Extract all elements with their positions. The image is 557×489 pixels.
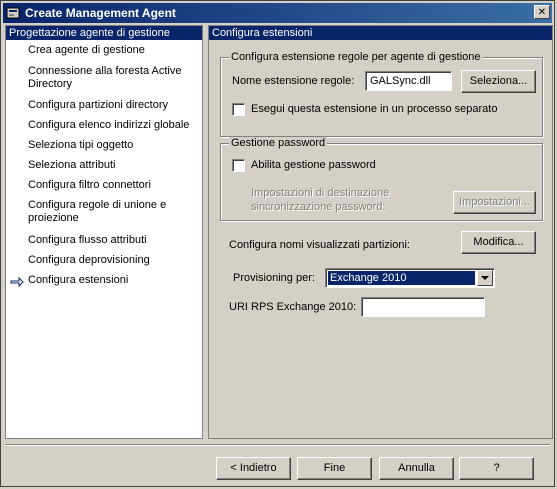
- step-crea-agente[interactable]: Crea agente di gestione: [28, 44, 200, 57]
- create-management-agent-window: Create Management Agent ✕ Progettazione …: [0, 0, 555, 487]
- separate-process-checkbox[interactable]: [232, 103, 245, 116]
- uri-rps-field[interactable]: [361, 297, 485, 317]
- step-configura-estensioni[interactable]: Configura estensioni: [28, 274, 200, 287]
- password-management-group: Gestione password Abilita gestione passw…: [220, 137, 543, 221]
- finish-button[interactable]: Fine: [297, 457, 372, 480]
- enable-password-management-checkbox[interactable]: [232, 159, 245, 172]
- provisioning-for-label: Provisioning per:: [233, 272, 315, 284]
- password-sync-settings-label-2: sincronizzazione password:: [251, 201, 386, 213]
- step-configura-deprovisioning[interactable]: Configura deprovisioning: [28, 254, 200, 267]
- step-seleziona-tipi-oggetto[interactable]: Seleziona tipi oggetto: [28, 139, 200, 152]
- provisioning-for-select[interactable]: Exchange 2010: [325, 268, 495, 288]
- step-configura-filtro-connettori[interactable]: Configura filtro connettori: [28, 179, 200, 192]
- rules-extension-name-label: Nome estensione regole:: [232, 75, 355, 87]
- step-content-pane: Configura estensioni Configura estension…: [208, 25, 553, 439]
- help-button[interactable]: ?: [459, 457, 534, 480]
- wizard-steps-header: Progettazione agente di gestione: [6, 26, 202, 40]
- close-button[interactable]: ✕: [534, 5, 550, 19]
- step-configura-elenco-indirizzi[interactable]: Configura elenco indirizzi globale: [28, 119, 200, 132]
- window-title: Create Management Agent: [25, 6, 176, 20]
- wizard-steps-pane: Progettazione agente di gestione Crea ag…: [5, 25, 203, 439]
- rules-extension-group-title: Configura estensione regole per agente d…: [229, 51, 483, 63]
- step-configura-flusso-attributi[interactable]: Configura flusso attributi: [28, 234, 200, 247]
- app-icon: [6, 7, 20, 19]
- cancel-button[interactable]: Annulla: [379, 457, 454, 480]
- current-step-arrow-icon: [10, 277, 24, 287]
- rules-extension-name-field[interactable]: GALSync.dll: [365, 71, 452, 91]
- partition-display-names-label: Configura nomi visualizzati partizioni:: [229, 239, 410, 251]
- separate-process-label: Esegui questa estensione in un processo …: [251, 103, 498, 115]
- uri-rps-label: URI RPS Exchange 2010:: [229, 301, 357, 313]
- password-sync-settings-label-1: Impostazioni di destinazione: [251, 187, 390, 199]
- footer-separator: [5, 444, 550, 446]
- rules-extension-group: Configura estensione regole per agente d…: [220, 51, 543, 137]
- title-bar: Create Management Agent ✕: [3, 3, 552, 23]
- step-connessione-foresta[interactable]: Connessione alla foresta Active Director…: [28, 65, 200, 91]
- step-seleziona-attributi[interactable]: Seleziona attributi: [28, 159, 200, 172]
- password-settings-button[interactable]: Impostazioni...: [453, 191, 536, 214]
- step-content-header: Configura estensioni: [209, 26, 552, 40]
- provisioning-for-value: Exchange 2010: [328, 271, 475, 285]
- back-button[interactable]: < Indietro: [216, 457, 291, 480]
- step-configura-regole-unione[interactable]: Configura regole di unione e proiezione: [28, 199, 200, 225]
- modify-button[interactable]: Modifica...: [461, 231, 536, 254]
- step-configura-partizioni[interactable]: Configura partizioni directory: [28, 99, 200, 112]
- password-management-group-title: Gestione password: [229, 137, 328, 149]
- select-extension-button[interactable]: Seleziona...: [461, 70, 536, 93]
- enable-password-management-label: Abilita gestione password: [251, 159, 376, 171]
- chevron-down-icon[interactable]: [477, 270, 493, 286]
